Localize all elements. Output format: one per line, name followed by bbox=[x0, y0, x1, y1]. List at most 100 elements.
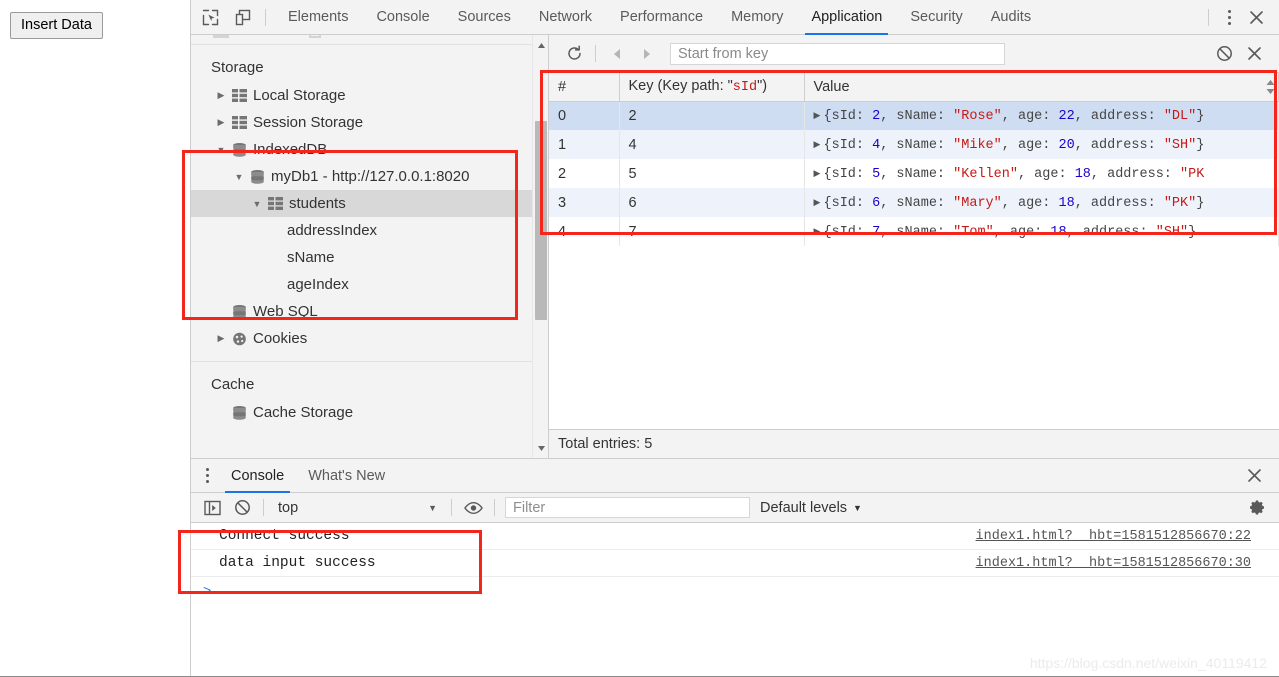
table-row[interactable]: 3 6 ▶ {sId: 6, sName: "Mary", age: 18, ad… bbox=[549, 188, 1279, 217]
tab-elements[interactable]: Elements bbox=[274, 0, 362, 35]
sidebar-item-label: Web SQL bbox=[253, 303, 318, 320]
spacer-icon: ▶ bbox=[267, 279, 283, 290]
sidebar-item-sname[interactable]: ▶ sName bbox=[191, 244, 548, 271]
sidebar-item-cache-storage[interactable]: ▶ Cache Storage bbox=[191, 399, 548, 426]
sidebar-item-cookies[interactable]: ▶ Cookies bbox=[191, 325, 548, 352]
table-row[interactable]: 2 5 ▶ {sId: 5, sName: "Kellen", age: 18, … bbox=[549, 159, 1279, 188]
clear-console-icon[interactable] bbox=[227, 495, 257, 521]
drawer-close-icon[interactable] bbox=[1239, 463, 1269, 489]
expand-triangle-icon[interactable]: ▶ bbox=[814, 197, 824, 208]
tab-application[interactable]: Application bbox=[797, 0, 896, 35]
console-prompt[interactable]: > bbox=[191, 577, 1279, 603]
expand-triangle-icon[interactable]: ▶ bbox=[814, 110, 824, 121]
toolbar-divider bbox=[451, 499, 452, 516]
expand-triangle-icon[interactable]: ▶ bbox=[814, 168, 824, 179]
console-filter-input[interactable]: Filter bbox=[505, 497, 750, 518]
sidebar-item-label: Cookies bbox=[253, 330, 308, 347]
gear-icon[interactable] bbox=[1245, 496, 1269, 520]
column-header-key[interactable]: Key (Key path: "sId") bbox=[619, 73, 805, 102]
column-header-index[interactable]: # bbox=[549, 73, 620, 102]
previous-page-icon[interactable] bbox=[602, 41, 632, 67]
drawer-more-options-icon[interactable] bbox=[195, 463, 219, 489]
tab-sources[interactable]: Sources bbox=[444, 0, 525, 35]
close-icon[interactable] bbox=[1241, 4, 1271, 30]
chevron-right-icon[interactable]: ▶ bbox=[213, 90, 229, 101]
console-sidebar-icon[interactable] bbox=[197, 495, 227, 521]
sidebar-item-web-sql[interactable]: ▶ Web SQL bbox=[191, 298, 548, 325]
page-content-area: Insert Data bbox=[0, 0, 190, 677]
tabbar-right-controls bbox=[1200, 4, 1279, 30]
tab-console[interactable]: Console bbox=[362, 0, 443, 35]
tab-network[interactable]: Network bbox=[525, 0, 606, 35]
table-scroll-arrows[interactable] bbox=[1264, 74, 1277, 100]
key-path-name: sId bbox=[732, 80, 758, 96]
console-message[interactable]: Connect success index1.html?__hbt=158151… bbox=[191, 523, 1279, 550]
value-age: 22 bbox=[1058, 109, 1075, 125]
value-age: 18 bbox=[1058, 196, 1075, 211]
indexeddb-data-view: Start from key # Key (Key path: "sId") V… bbox=[549, 35, 1279, 458]
console-message-source[interactable]: index1.html?__hbt=1581512856670:22 bbox=[976, 529, 1251, 544]
cell-value[interactable]: ▶ {sId: 6, sName: "Mary", age: 18, addres… bbox=[804, 188, 1279, 217]
live-expression-icon[interactable] bbox=[458, 495, 488, 521]
console-levels-label: Default levels bbox=[760, 499, 848, 516]
insert-data-button[interactable]: Insert Data bbox=[10, 12, 103, 39]
sidebar-item-indexeddb[interactable]: ▼ IndexedDB bbox=[191, 136, 548, 163]
chevron-right-icon[interactable]: ▶ bbox=[213, 117, 229, 128]
sidebar-item-session-storage[interactable]: ▶ Session Storage bbox=[191, 109, 548, 136]
devtools-tabs: Elements Console Sources Network Perform… bbox=[274, 0, 1045, 35]
value-address: DL bbox=[1171, 109, 1189, 125]
scroll-down-arrow-icon[interactable] bbox=[533, 440, 548, 456]
column-header-value[interactable]: Value bbox=[804, 73, 1279, 102]
sidebar-item-addressindex[interactable]: ▶ addressIndex bbox=[191, 217, 548, 244]
sidebar-scrollbar[interactable] bbox=[532, 35, 548, 458]
cell-value[interactable]: ▶ {sId: 5, sName: "Kellen", age: 18, addr… bbox=[804, 159, 1279, 188]
value-sname: Kellen bbox=[961, 167, 1010, 182]
device-toolbar-icon[interactable] bbox=[229, 3, 257, 31]
table-row[interactable]: 1 4 ▶ {sId: 4, sName: "Mike", age: 20, ad… bbox=[549, 130, 1279, 159]
chevron-down-icon[interactable]: ▼ bbox=[213, 145, 229, 155]
cell-value[interactable]: ▶ {sId: 7, sName: "Tom", age: 18, address… bbox=[804, 217, 1279, 246]
next-page-icon[interactable] bbox=[632, 41, 662, 67]
sidebar-item-students[interactable]: ▼ students bbox=[191, 190, 548, 217]
table-header-row: # Key (Key path: "sId") Value bbox=[549, 73, 1279, 102]
sidebar-item-mydb1[interactable]: ▼ myDb1 - http://127.0.0.1:8020 bbox=[191, 163, 548, 190]
drawer-tab-console[interactable]: Console bbox=[219, 459, 296, 493]
console-message[interactable]: data input success index1.html?__hbt=158… bbox=[191, 550, 1279, 577]
console-message-list: Connect success index1.html?__hbt=158151… bbox=[191, 523, 1279, 603]
tab-memory[interactable]: Memory bbox=[717, 0, 797, 35]
expand-triangle-icon[interactable]: ▶ bbox=[814, 226, 824, 237]
start-from-key-input[interactable]: Start from key bbox=[670, 42, 1005, 65]
scroll-up-arrow-icon[interactable] bbox=[533, 37, 548, 53]
sidebar-item-label: Local Storage bbox=[253, 87, 346, 104]
console-context-selector[interactable]: top ▼ bbox=[270, 497, 445, 519]
sidebar-item-local-storage[interactable]: ▶ Local Storage bbox=[191, 82, 548, 109]
console-message-source[interactable]: index1.html?__hbt=1581512856670:30 bbox=[976, 556, 1251, 571]
prompt-caret-icon: > bbox=[203, 582, 212, 598]
expand-triangle-icon[interactable]: ▶ bbox=[814, 139, 824, 150]
console-levels-selector[interactable]: Default levels ▼ bbox=[760, 500, 862, 516]
chevron-right-icon[interactable]: ▶ bbox=[213, 333, 229, 344]
table-row[interactable]: 0 2 ▶ {sId: 2, sName: "Rose", age: 22, ad… bbox=[549, 101, 1279, 130]
chevron-down-icon[interactable]: ▼ bbox=[231, 172, 247, 182]
data-view-toolbar-right bbox=[1209, 41, 1279, 67]
value-sname: Tom bbox=[961, 225, 986, 240]
scrollbar-thumb[interactable] bbox=[535, 121, 547, 320]
delete-selected-icon[interactable] bbox=[1239, 41, 1269, 67]
cell-value[interactable]: ▶ {sId: 2, sName: "Rose", age: 22, addres… bbox=[804, 101, 1279, 130]
refresh-icon[interactable] bbox=[559, 41, 589, 67]
tab-audits[interactable]: Audits bbox=[977, 0, 1045, 35]
sidebar-item-ageindex[interactable]: ▶ ageIndex bbox=[191, 271, 548, 298]
tab-performance[interactable]: Performance bbox=[606, 0, 717, 35]
more-options-icon[interactable] bbox=[1217, 4, 1241, 30]
value-sname: Mike bbox=[961, 138, 994, 153]
value-address: PK bbox=[1188, 167, 1205, 182]
cell-index: 3 bbox=[549, 188, 620, 217]
table-row[interactable]: 4 7 ▶ {sId: 7, sName: "Tom", age: 18, add… bbox=[549, 217, 1279, 246]
inspect-element-icon[interactable] bbox=[196, 3, 224, 31]
drawer-tab-whats-new[interactable]: What's New bbox=[296, 459, 397, 493]
devtools-tabbar: Elements Console Sources Network Perform… bbox=[191, 0, 1279, 35]
cell-value[interactable]: ▶ {sId: 4, sName: "Mike", age: 20, addres… bbox=[804, 130, 1279, 159]
chevron-down-icon[interactable]: ▼ bbox=[249, 199, 265, 209]
clear-object-store-icon[interactable] bbox=[1209, 41, 1239, 67]
tab-security[interactable]: Security bbox=[896, 0, 976, 35]
